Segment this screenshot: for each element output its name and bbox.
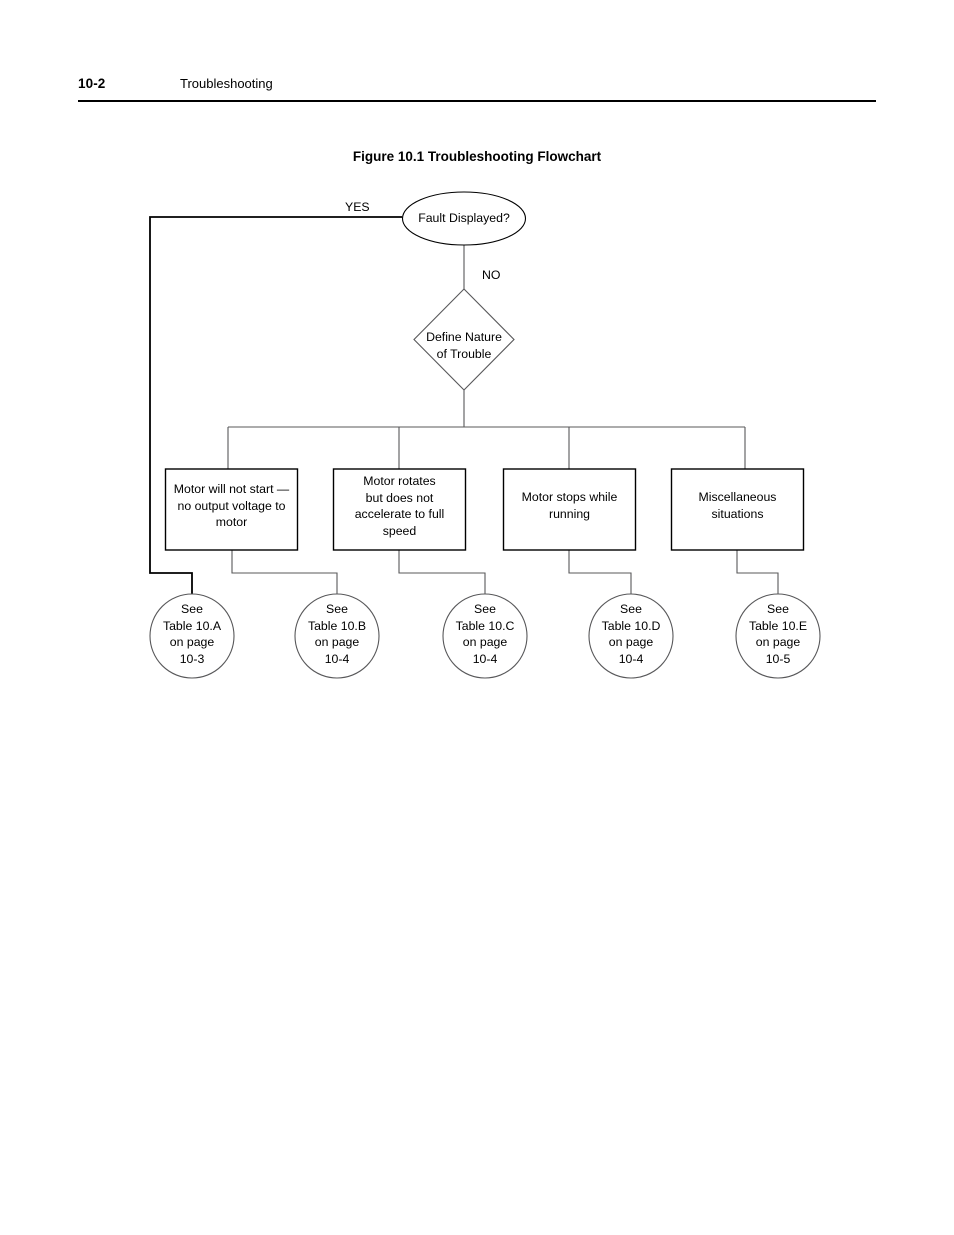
reference-circle-label-2: See Table 10.C on page 10-4 bbox=[455, 602, 515, 666]
reference-circle-label-1: See Table 10.B on page 10-4 bbox=[307, 602, 367, 666]
process-box-label-3: Miscellaneous situations bbox=[698, 490, 777, 521]
connector-box-2-to-circle-3 bbox=[568, 550, 632, 594]
process-box-label-0: Motor will not start — no output voltage… bbox=[173, 482, 290, 529]
process-box-label-2: Motor stops while running bbox=[521, 490, 618, 521]
reference-circle-label-4: See Table 10.E on page 10-5 bbox=[748, 602, 808, 666]
reference-circle-label-0: See Table 10.A on page 10-3 bbox=[162, 602, 222, 666]
decision-label: Define Nature of Trouble bbox=[426, 330, 502, 361]
connector-box-3-to-circle-4 bbox=[736, 550, 779, 594]
connector-box-0-to-circle-1 bbox=[231, 550, 338, 594]
troubleshooting-flowchart: Fault Displayed? Define Nature of Troubl… bbox=[0, 0, 954, 720]
reference-circle-label-3: See Table 10.D on page 10-4 bbox=[601, 602, 661, 666]
connector-box-1-to-circle-2 bbox=[398, 550, 486, 594]
edge-label-no: NO bbox=[482, 268, 501, 282]
edge-label-yes: YES bbox=[345, 200, 370, 214]
process-box-label-1: Motor rotates but does not accelerate to… bbox=[354, 474, 445, 538]
start-terminator-label: Fault Displayed? bbox=[418, 211, 510, 225]
